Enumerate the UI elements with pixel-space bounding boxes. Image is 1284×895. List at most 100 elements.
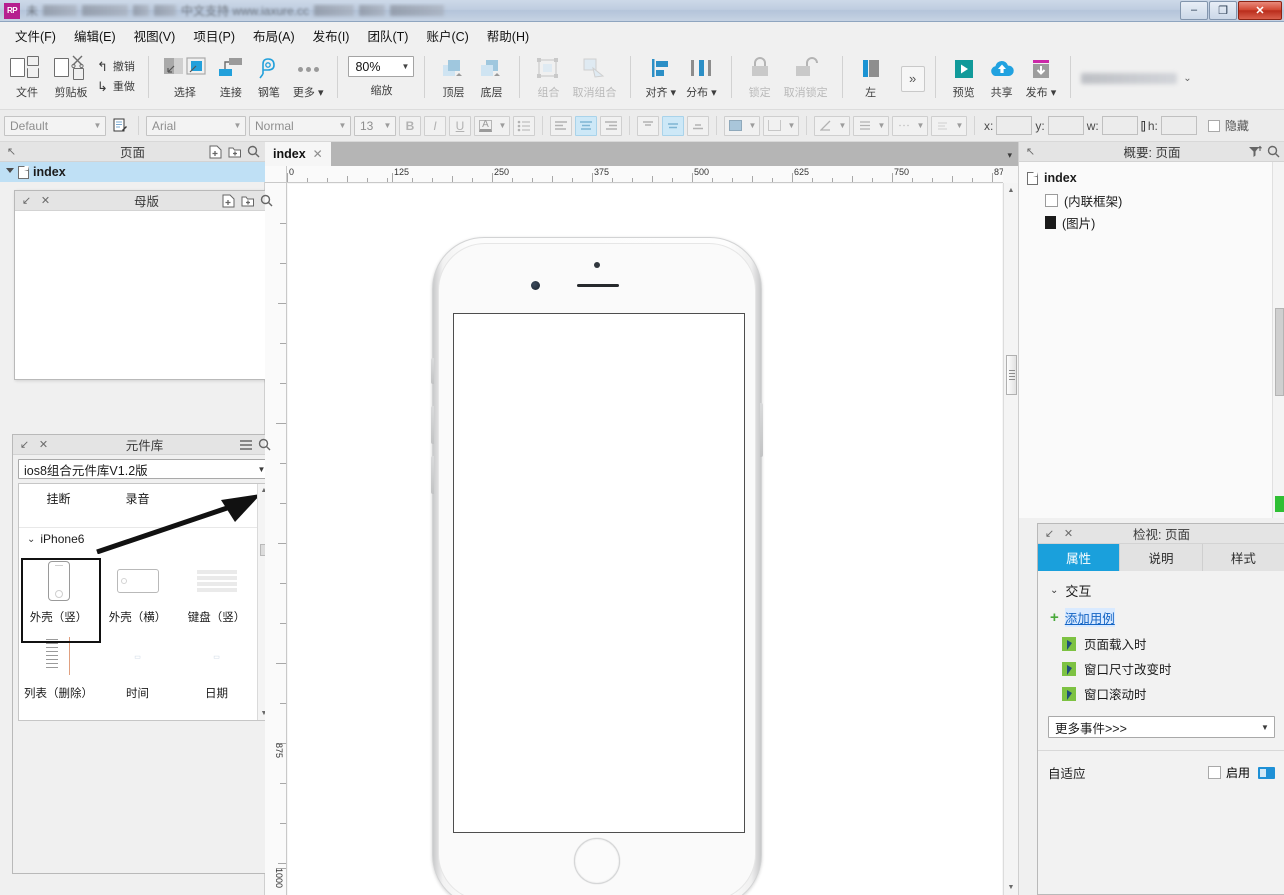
iphone6-mockup[interactable] [431,237,763,895]
filter-icon[interactable] [1245,143,1264,161]
more-tools-button[interactable]: 更多 ▾ [288,52,329,100]
library-select[interactable]: ios8组合元件库V1.2版 ▼ [18,459,271,479]
valign-top-button[interactable] [637,115,659,136]
send-back-button[interactable]: 底层 [472,52,510,100]
adaptive-enable-checkbox[interactable] [1207,766,1221,779]
chevron-down-icon[interactable]: ▾ [1007,150,1012,161]
group-button[interactable]: 组合 [529,52,567,100]
restore-button[interactable]: ❐ [1209,0,1237,20]
add-folder-icon[interactable] [238,192,257,210]
lock-aspect-icon[interactable]: [] [1141,120,1146,132]
widget-item-keyboard-portrait[interactable]: 键盘（竖） [177,551,256,627]
font-color-picker[interactable]: A ▼ [474,115,510,136]
outline-scrollbar[interactable] [1272,162,1284,518]
x-input[interactable] [996,116,1033,135]
search-icon[interactable] [1264,143,1283,161]
masters-list-empty[interactable] [15,211,278,379]
font-size-select[interactable]: 13 ▼ [354,115,396,136]
add-case-button[interactable]: + 添加用例 [1038,602,1284,631]
close-icon[interactable]: ✕ [34,436,53,454]
tab-style[interactable]: 样式 [1202,544,1284,571]
menu-help[interactable]: 帮助(H) [478,22,538,49]
add-master-icon[interactable] [219,192,238,210]
shadow-picker[interactable]: ▼ [763,115,799,136]
toolbar-overflow-button[interactable]: » [900,65,925,92]
y-input[interactable] [1047,116,1084,135]
widget-item-shell-portrait[interactable]: 外壳（竖） [19,551,98,627]
canvas-surface[interactable] [288,184,1002,895]
menu-account[interactable]: 账户(C) [417,22,477,49]
tab-notes[interactable]: 说明 [1120,544,1203,571]
add-folder-icon[interactable] [225,143,244,161]
collapse-icon[interactable]: ↖ [2,143,21,161]
scrollbar-thumb[interactable] [1006,355,1017,395]
zoom-combo[interactable]: 80% ▼ [348,56,415,77]
valign-middle-button[interactable] [662,115,684,136]
line-dash-picker[interactable]: ▼ [892,115,928,136]
clipboard-button[interactable]: 剪贴板 [49,52,93,100]
close-icon[interactable]: ✕ [1059,525,1078,543]
italic-button[interactable]: I [424,115,446,136]
publish-button[interactable]: 发布 ▾ [1021,52,1062,100]
w-input[interactable] [1101,116,1138,135]
select-mode-button[interactable]: 选择 [158,52,212,100]
font-family-select[interactable]: Arial ▼ [146,115,246,136]
font-weight-select[interactable]: Normal ▼ [249,115,351,136]
menu-icon[interactable] [236,436,255,454]
menu-publish[interactable]: 发布(I) [304,22,359,49]
search-icon[interactable] [255,436,274,454]
tab-properties[interactable]: 属性 [1038,544,1121,571]
event-row-window-scroll[interactable]: 窗口滚动时 [1038,681,1284,706]
widget-item-list-delete[interactable]: 列表（删除） [19,627,98,703]
bullet-list-button[interactable] [513,115,535,136]
widget-item-shell-landscape[interactable]: 外壳（横） [98,551,177,627]
collapse-icon[interactable]: ↖ [1021,143,1040,161]
align-right-button[interactable] [600,115,622,136]
close-icon[interactable]: ✕ [36,192,55,210]
style-preset-select[interactable]: Default ▼ [4,115,106,136]
expand-triangle-icon[interactable] [6,167,14,177]
more-events-select[interactable]: 更多事件>>> ▼ [1048,716,1275,738]
collapse-icon[interactable]: ↙ [15,436,34,454]
collapse-icon[interactable]: ↙ [1040,525,1059,543]
account-menu[interactable]: ⌄ [1081,73,1192,84]
canvas-tab-index[interactable]: index ✕ [265,142,331,166]
adaptive-enable-checkbox-group[interactable]: 启用 [1207,764,1250,781]
hide-checkbox[interactable] [1207,119,1220,132]
valign-bottom-button[interactable] [687,115,709,136]
fill-color-picker[interactable]: ▼ [724,115,760,136]
add-page-icon[interactable] [206,143,225,161]
outline-row-image[interactable]: (图片) [1019,211,1284,233]
underline-button[interactable]: U [449,115,471,136]
close-icon[interactable]: ✕ [313,147,323,161]
menu-layout[interactable]: 布局(A) [244,22,304,49]
distribute-button[interactable]: 分布 ▾ [681,52,722,100]
bring-front-button[interactable]: 顶层 [434,52,472,100]
inline-frame-widget[interactable] [453,313,745,833]
file-button[interactable]: 文件 [5,52,49,100]
left-button[interactable]: 左 [852,52,890,100]
chevron-down-icon[interactable]: ▼ [397,62,413,71]
style-editor-button[interactable] [109,116,131,136]
menu-file[interactable]: 文件(F) [6,22,65,49]
collapse-icon[interactable]: ↙ [17,192,36,210]
lock-button[interactable]: 锁定 [741,52,779,100]
align-center-button[interactable] [575,115,597,136]
menu-edit[interactable]: 编辑(E) [65,22,125,49]
menu-view[interactable]: 视图(V) [125,22,185,49]
minimize-button[interactable]: – [1180,0,1208,20]
preview-button[interactable]: 预览 [945,52,983,100]
close-button[interactable]: ✕ [1238,0,1282,20]
widget-item-time[interactable]: ▭ 时间 [98,627,177,703]
event-row-window-resize[interactable]: 窗口尺寸改变时 [1038,656,1284,681]
bold-button[interactable]: B [399,115,421,136]
search-icon[interactable] [257,192,276,210]
arrow-style-picker[interactable]: ▼ [931,115,967,136]
undo-button[interactable]: ↰ 撤销 [93,56,139,76]
connect-button[interactable]: 连接 [212,52,250,100]
align-left-button[interactable] [550,115,572,136]
line-width-picker[interactable]: ▼ [853,115,889,136]
unlock-button[interactable]: 取消锁定 [779,52,833,100]
widget-list[interactable]: 挂断 录音 ⌄ iPhone6 外壳（竖） 外壳（横） 键盘（竖） 列表（删除）… [18,483,271,721]
interaction-section-header[interactable]: ⌄ 交互 [1038,579,1284,602]
